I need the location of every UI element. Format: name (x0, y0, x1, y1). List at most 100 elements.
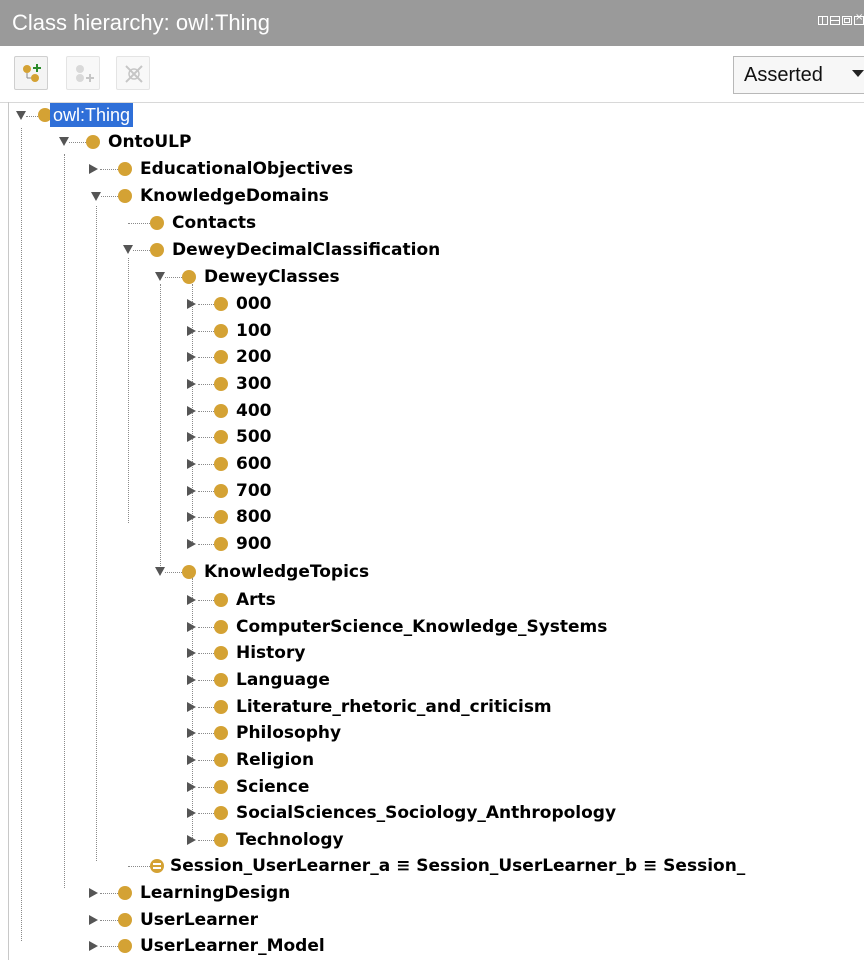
expand-toggle[interactable] (187, 702, 196, 712)
class-icon (214, 430, 228, 444)
expand-toggle[interactable] (89, 915, 98, 925)
tree-node-label[interactable]: DeweyClasses (204, 265, 340, 289)
tree-node-label[interactable]: OntoULP (108, 130, 191, 154)
add-sibling-button[interactable] (66, 56, 100, 90)
class-icon (118, 913, 132, 927)
expand-toggle[interactable] (187, 352, 196, 362)
view-mode-dropdown[interactable]: Asserted (733, 56, 864, 94)
expand-toggle[interactable] (187, 299, 196, 309)
split-view-icon[interactable] (818, 16, 828, 25)
class-icon (214, 753, 228, 767)
delete-class-icon (125, 65, 143, 83)
expand-toggle[interactable] (123, 245, 133, 254)
tree-node-label[interactable]: UserLearner_Model (140, 934, 325, 958)
class-icon (118, 162, 132, 176)
class-icon (214, 404, 228, 418)
tree-node-label[interactable]: 300 (236, 372, 272, 396)
expand-toggle[interactable] (91, 192, 101, 201)
view-mode-value: Asserted (744, 64, 823, 86)
expand-toggle[interactable] (187, 432, 196, 442)
tree-node-label[interactable]: Technology (236, 828, 344, 852)
expand-toggle[interactable] (16, 111, 26, 120)
tree-node-label[interactable]: Session_UserLearner_a ≡ Session_UserLear… (170, 854, 745, 878)
expand-toggle[interactable] (187, 675, 196, 685)
expand-toggle[interactable] (187, 406, 196, 416)
class-icon (214, 806, 228, 820)
tree-node-label[interactable]: 000 (236, 292, 272, 316)
class-icon (150, 243, 164, 257)
class-icon (214, 510, 228, 524)
tree-node-label[interactable]: 200 (236, 345, 272, 369)
expand-toggle[interactable] (187, 728, 196, 738)
tree-node-label[interactable]: LearningDesign (140, 881, 290, 905)
tree-node-label[interactable]: DeweyDecimalClassification (172, 238, 440, 262)
class-tree[interactable]: owl:Thing OntoULP EducationalObjectives … (0, 102, 864, 960)
class-icon (214, 833, 228, 847)
add-sibling-icon (76, 65, 94, 82)
expand-toggle[interactable] (155, 567, 165, 576)
tree-node-label[interactable]: 500 (236, 425, 272, 449)
tree-node-label[interactable]: SocialSciences_Sociology_Anthropology (236, 801, 616, 825)
tree-node-label[interactable]: History (236, 641, 305, 665)
class-icon (214, 726, 228, 740)
tree-node-label[interactable]: Language (236, 668, 330, 692)
tree-node-label[interactable]: Arts (236, 588, 276, 612)
tree-node-label[interactable]: 400 (236, 399, 272, 423)
expand-toggle[interactable] (187, 782, 196, 792)
tree-node-label[interactable]: 100 (236, 319, 272, 343)
tree-node-label[interactable]: Contacts (172, 211, 256, 235)
class-icon (214, 646, 228, 660)
class-icon (118, 939, 132, 953)
class-icon (214, 324, 228, 338)
expand-toggle[interactable] (187, 622, 196, 632)
expand-toggle[interactable] (89, 888, 98, 898)
expand-toggle[interactable] (155, 272, 165, 281)
expand-toggle[interactable] (187, 595, 196, 605)
tree-node-label[interactable]: KnowledgeTopics (204, 560, 369, 584)
expand-toggle[interactable] (187, 648, 196, 658)
class-icon (214, 700, 228, 714)
tree-node-label[interactable]: 900 (236, 532, 272, 556)
maximize-icon[interactable] (842, 16, 852, 25)
class-icon (118, 886, 132, 900)
chevron-down-icon (852, 70, 864, 77)
class-icon (214, 673, 228, 687)
add-subclass-icon (23, 64, 41, 82)
expand-toggle[interactable] (187, 512, 196, 522)
tree-node-label[interactable]: EducationalObjectives (140, 157, 353, 181)
expand-toggle[interactable] (187, 459, 196, 469)
expand-toggle[interactable] (187, 808, 196, 818)
expand-toggle[interactable] (89, 941, 98, 951)
class-icon (214, 377, 228, 391)
class-icon (150, 216, 164, 230)
tree-node-label[interactable]: 600 (236, 452, 272, 476)
tree-node-label[interactable]: Literature_rhetoric_and_criticism (236, 695, 552, 719)
expand-toggle[interactable] (59, 137, 69, 146)
tree-node-label[interactable]: owl:Thing (50, 103, 134, 127)
expand-toggle[interactable] (187, 755, 196, 765)
expand-toggle[interactable] (89, 164, 98, 174)
tree-node-label[interactable]: UserLearner (140, 908, 258, 932)
expand-toggle[interactable] (187, 486, 196, 496)
class-icon (214, 593, 228, 607)
class-icon (214, 484, 228, 498)
expand-toggle[interactable] (187, 379, 196, 389)
tree-node-label[interactable]: 700 (236, 479, 272, 503)
delete-class-button[interactable] (116, 56, 150, 90)
expand-toggle[interactable] (187, 326, 196, 336)
close-icon[interactable] (854, 12, 864, 25)
class-icon (182, 565, 196, 579)
class-icon (214, 780, 228, 794)
tree-node-label[interactable]: Science (236, 775, 309, 799)
tree-node-label[interactable]: KnowledgeDomains (140, 184, 329, 208)
expand-toggle[interactable] (187, 539, 196, 549)
expand-toggle[interactable] (187, 835, 196, 845)
add-subclass-button[interactable] (14, 56, 48, 90)
tree-node-label[interactable]: Religion (236, 748, 314, 772)
minimize-icon[interactable] (830, 16, 840, 25)
class-toolbar: Asserted (0, 46, 864, 103)
class-icon (86, 135, 100, 149)
tree-node-label[interactable]: 800 (236, 505, 272, 529)
tree-node-label[interactable]: ComputerScience_Knowledge_Systems (236, 615, 607, 639)
tree-node-label[interactable]: Philosophy (236, 721, 341, 745)
